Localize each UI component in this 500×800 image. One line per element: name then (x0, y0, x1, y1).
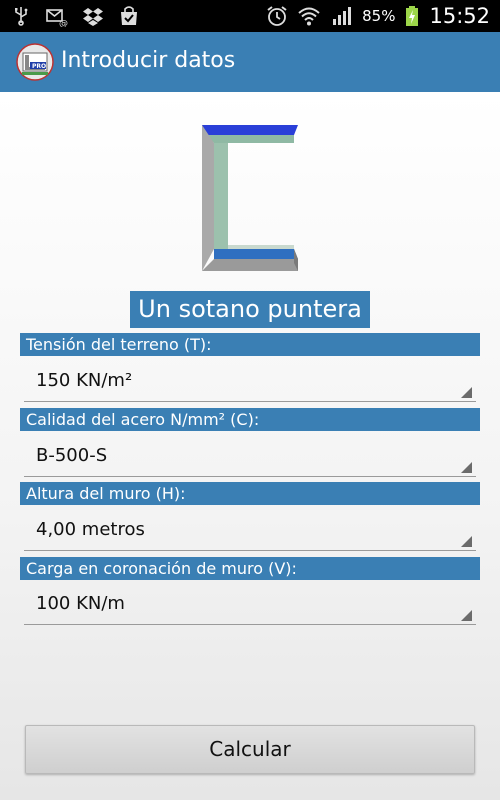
dropdown-arrow-icon (461, 536, 472, 547)
wall-height-spinner[interactable]: 4,00 metros (24, 507, 476, 551)
crown-load-spinner[interactable]: 100 KN/m (24, 581, 476, 625)
system-icons: 85% 15:52 (266, 4, 490, 28)
status-bar: @ 85% 15:52 (0, 0, 500, 32)
clock: 15:52 (429, 4, 490, 28)
page-title: Introducir datos (61, 48, 236, 73)
svg-text:PRO: PRO (32, 63, 46, 70)
dropdown-arrow-icon (461, 387, 472, 398)
retaining-wall-illustration (202, 125, 298, 271)
notification-icons: @ (10, 5, 140, 27)
wifi-icon (298, 7, 320, 26)
svg-text:@: @ (59, 19, 68, 27)
action-bar: PRO Introducir datos (0, 32, 500, 92)
crown-load-label: Carga en coronación de muro (V): (20, 557, 480, 580)
dropdown-arrow-icon (461, 610, 472, 621)
app-logo-icon[interactable]: PRO (16, 43, 54, 81)
steel-quality-spinner[interactable]: B-500-S (24, 433, 476, 477)
soil-stress-value: 150 KN/m² (36, 370, 133, 391)
wall-type-title: Un sotano puntera (130, 291, 370, 328)
soil-stress-spinner[interactable]: 150 KN/m² (24, 358, 476, 402)
wall-height-label: Altura del muro (H): (20, 482, 480, 505)
soil-stress-label: Tensión del terreno (T): (20, 333, 480, 356)
wall-height-value: 4,00 metros (36, 519, 145, 540)
dropdown-arrow-icon (461, 462, 472, 473)
battery-percent: 85% (362, 7, 396, 25)
alarm-icon (267, 6, 287, 26)
bag-icon (121, 6, 137, 25)
crown-load-value: 100 KN/m (36, 593, 125, 614)
signal-icon (333, 7, 352, 25)
form-content: Un sotano puntera Tensión del terreno (T… (0, 92, 500, 800)
email-icon: @ (46, 9, 68, 27)
usb-icon (15, 7, 28, 26)
dropbox-icon (83, 8, 103, 26)
steel-quality-label: Calidad del acero N/mm² (C): (20, 408, 480, 431)
battery-charging-icon (406, 6, 419, 26)
calculate-button[interactable]: Calcular (25, 725, 475, 774)
steel-quality-value: B-500-S (36, 445, 108, 466)
